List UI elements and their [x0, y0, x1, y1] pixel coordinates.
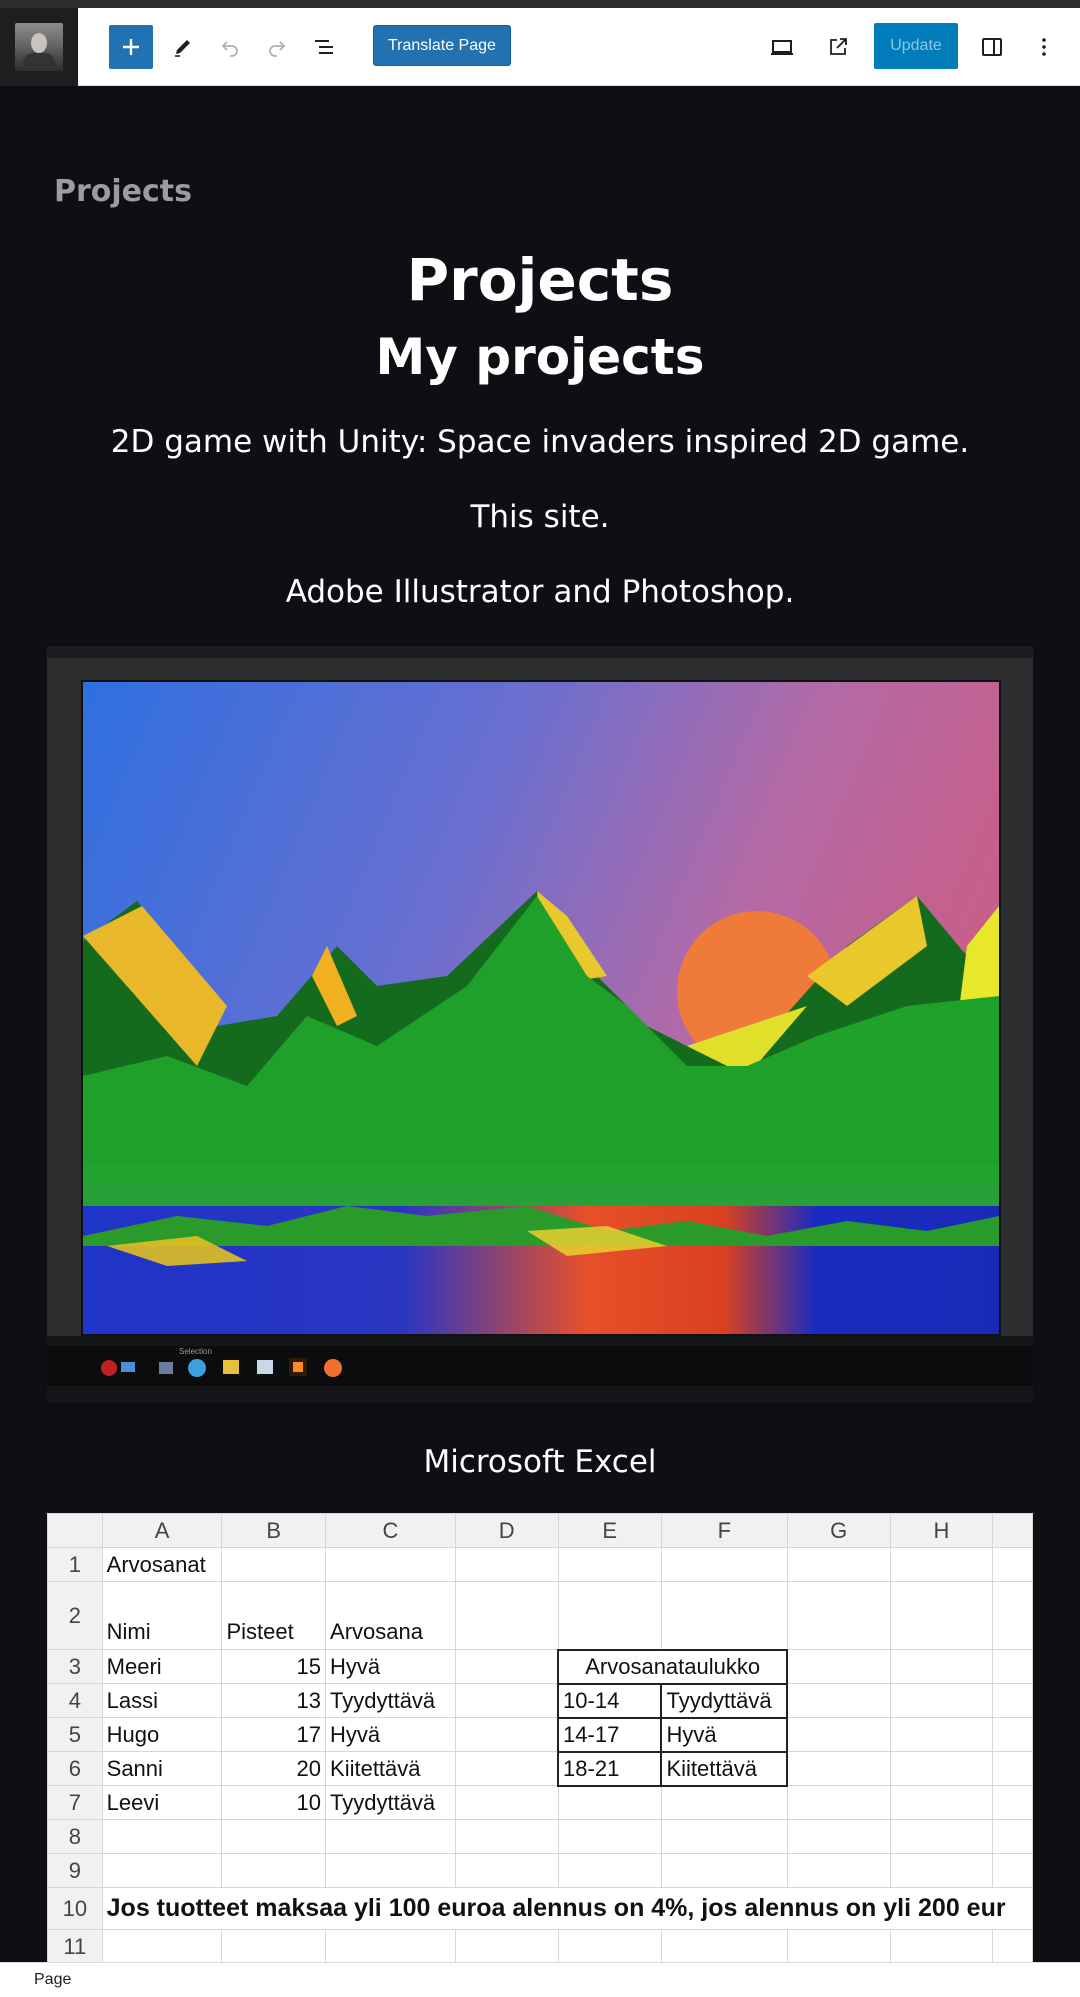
cell: 15 [221, 1649, 327, 1684]
row-number: 9 [47, 1853, 103, 1888]
cell: Kiitettävä [325, 1751, 456, 1786]
row-number: 7 [47, 1785, 103, 1820]
undo-button[interactable] [208, 25, 252, 69]
page-title[interactable]: Projects [0, 246, 1080, 314]
row-number: 2 [47, 1581, 103, 1650]
paragraph-excel[interactable]: Microsoft Excel [0, 1444, 1080, 1480]
redo-button[interactable] [255, 25, 299, 69]
undo-icon [221, 41, 238, 57]
corner-cell [47, 1513, 103, 1548]
update-button[interactable]: Update [874, 23, 958, 69]
desktop-preview-icon [771, 40, 793, 55]
editor-canvas: Projects Projects My projects 2D game wi… [0, 86, 1080, 1962]
excel-screenshot[interactable]: A B C D E F G H 1 Arvosanat 2 Nimi Piste… [47, 1513, 1033, 1962]
spreadsheet-grid: A B C D E F G H 1 Arvosanat 2 Nimi Piste… [47, 1513, 1033, 1962]
avatar [15, 23, 63, 71]
options-button[interactable] [1022, 25, 1066, 69]
grade-range: 18-21 [557, 1750, 663, 1787]
cell: Hyvä [325, 1649, 456, 1684]
cell: Sanni [101, 1751, 223, 1786]
external-link-icon [830, 38, 847, 55]
row-number: 6 [47, 1751, 103, 1786]
cell: Nimi [101, 1581, 223, 1650]
cell: 13 [221, 1683, 327, 1718]
artwork-image[interactable]: Selection [47, 646, 1033, 1403]
column-header: E [557, 1513, 662, 1548]
row-number: 10 [47, 1887, 103, 1930]
grade-range: 14-17 [557, 1716, 663, 1753]
cell: Pisteet [221, 1581, 327, 1650]
taskbar-selection-label: Selection [179, 1347, 212, 1356]
row-number: 3 [47, 1649, 103, 1684]
page-subheading[interactable]: My projects [0, 328, 1080, 386]
redo-icon [269, 41, 286, 57]
cell: Tyydyttävä [325, 1785, 456, 1820]
editor-footer: Page [0, 1962, 1080, 1997]
grade-table-title: Arvosanataulukko [557, 1648, 789, 1685]
row-number: 11 [47, 1929, 103, 1962]
cell: Hugo [101, 1717, 223, 1752]
column-header: H [889, 1513, 994, 1548]
row-number: 8 [47, 1819, 103, 1854]
pencil-icon [175, 40, 190, 57]
mountain-landscape-illustration: Selection [47, 646, 1033, 1403]
cell: Arvosana [325, 1581, 456, 1650]
column-header: C [325, 1513, 456, 1548]
column-header: G [786, 1513, 891, 1548]
breadcrumb[interactable]: Page [34, 1971, 71, 1989]
grade-label: Kiitettävä [660, 1750, 789, 1787]
top-strip [0, 0, 1080, 8]
sidebar-toggle-icon [982, 38, 1002, 56]
settings-button[interactable] [970, 25, 1014, 69]
grade-label: Hyvä [660, 1716, 789, 1753]
paragraph-unity[interactable]: 2D game with Unity: Space invaders inspi… [0, 424, 1080, 460]
cell: Lassi [101, 1683, 223, 1718]
row-number: 5 [47, 1717, 103, 1752]
more-vertical-icon [1042, 38, 1046, 56]
add-block-button[interactable] [109, 25, 153, 69]
site-icon-button[interactable] [0, 8, 78, 86]
plus-icon [123, 39, 139, 55]
cell: 20 [221, 1751, 327, 1786]
cell: Leevi [101, 1785, 223, 1820]
tools-button[interactable] [161, 25, 205, 69]
column-header: B [221, 1513, 327, 1548]
document-overview-button[interactable] [302, 25, 346, 69]
cell: Hyvä [325, 1717, 456, 1752]
row-number: 1 [47, 1547, 103, 1582]
view-page-button[interactable] [816, 25, 860, 69]
cell: 17 [221, 1717, 327, 1752]
site-title[interactable]: Projects [54, 174, 192, 209]
preview-button[interactable] [760, 25, 804, 69]
paragraph-adobe[interactable]: Adobe Illustrator and Photoshop. [0, 574, 1080, 610]
column-header: F [660, 1513, 788, 1548]
translate-page-button[interactable]: Translate Page [373, 25, 511, 66]
column-header: D [454, 1513, 559, 1548]
row-number: 4 [47, 1683, 103, 1718]
paragraph-site[interactable]: This site. [0, 499, 1080, 535]
cell: 10 [221, 1785, 327, 1820]
cell: Meeri [101, 1649, 223, 1684]
list-view-icon [315, 40, 333, 54]
cell: Tyydyttävä [325, 1683, 456, 1718]
grade-range: 10-14 [557, 1682, 663, 1719]
column-header: A [101, 1513, 223, 1548]
editor-toolbar: Translate Page Update [0, 8, 1080, 86]
cell: Arvosanat [101, 1547, 223, 1582]
grade-label: Tyydyttävä [660, 1682, 789, 1719]
discount-note-cell: Jos tuotteet maksaa yli 100 euroa alennu… [101, 1887, 1033, 1930]
